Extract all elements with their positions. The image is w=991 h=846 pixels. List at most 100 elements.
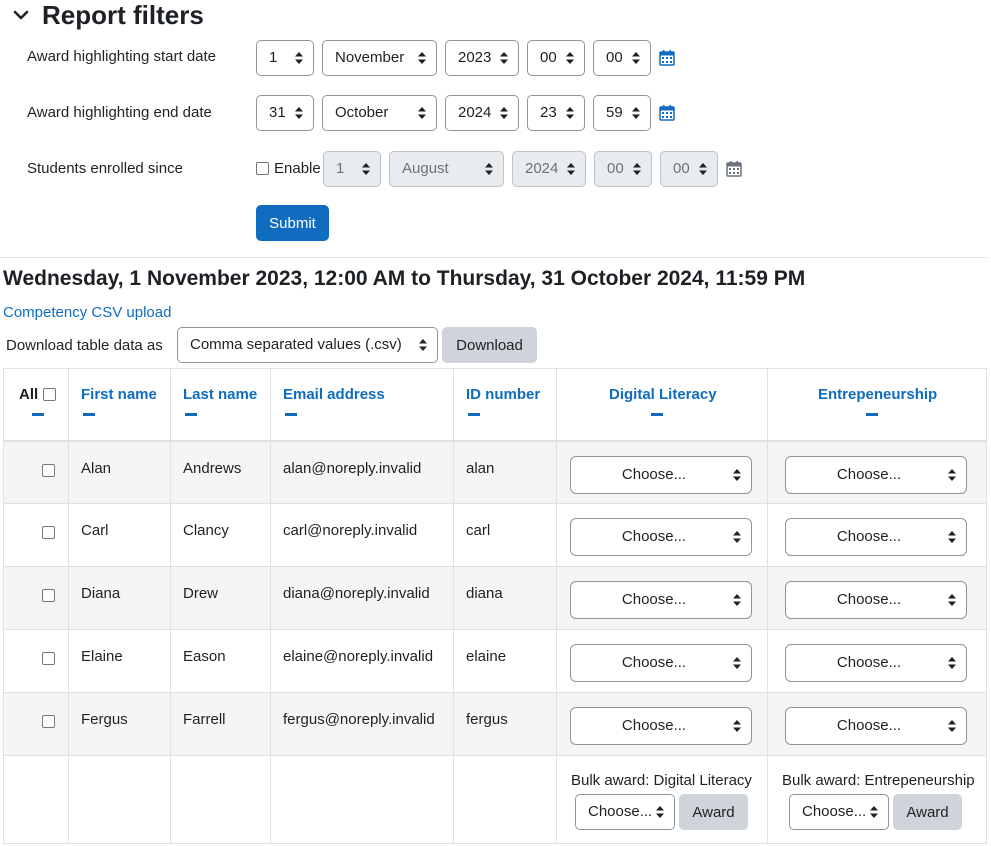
start-month-select[interactable]: November	[322, 40, 437, 76]
filter-row-end-date: Award highlighting end date 31 October 2…	[0, 95, 991, 131]
entrepeneurship-award-select[interactable]: Choose...	[785, 707, 967, 745]
collapse-column-icon[interactable]	[651, 413, 663, 416]
calendar-icon[interactable]	[659, 105, 675, 121]
email-cell: diana@noreply.invalid	[283, 585, 430, 602]
end-month-value: October	[335, 104, 389, 121]
last-name-cell: Eason	[183, 648, 226, 665]
end-year-value: 2024	[458, 104, 492, 121]
end-hour-select[interactable]: 23	[527, 95, 585, 131]
digital-literacy-award-select[interactable]: Choose...	[570, 644, 752, 682]
bulk-award-row: Bulk award: Digital Literacy Choose... A…	[3, 755, 987, 844]
competency-digital-literacy-link[interactable]: Digital Literacy	[609, 386, 717, 403]
updown-arrows-icon	[485, 163, 493, 175]
bulk-award-digital-literacy-button[interactable]: Award	[679, 794, 748, 830]
competency-csv-upload-link[interactable]: Competency CSV upload	[3, 304, 171, 321]
header-all: All	[3, 368, 69, 442]
end-year-select[interactable]: 2024	[445, 95, 519, 131]
download-button[interactable]: Download	[442, 327, 537, 363]
start-month-value: November	[335, 49, 405, 66]
choose-value: Choose...	[621, 591, 687, 608]
updown-arrows-icon	[418, 52, 426, 64]
updown-arrows-icon	[633, 163, 641, 175]
table-header-row: All First name Last name Email address I…	[3, 368, 987, 442]
calendar-icon[interactable]	[659, 50, 675, 66]
updown-arrows-icon	[733, 657, 741, 669]
updown-arrows-icon	[362, 163, 370, 175]
start-day-select[interactable]: 1	[256, 40, 314, 76]
enrolled-minute-value: 00	[673, 160, 690, 177]
enable-checkbox[interactable]	[256, 162, 269, 175]
competency-entrepeneurship-link[interactable]: Entrepeneurship	[818, 386, 937, 403]
choose-value: Choose...	[836, 717, 902, 734]
start-hour-select[interactable]: 00	[527, 40, 585, 76]
sort-first-name-link[interactable]: First name	[81, 386, 157, 403]
table-row: Carl Clancy carl@noreply.invalid carl Ch…	[3, 503, 987, 567]
entrepeneurship-award-select[interactable]: Choose...	[785, 644, 967, 682]
submit-button[interactable]: Submit	[256, 205, 329, 241]
choose-value: Choose...	[836, 528, 902, 545]
row-select-checkbox[interactable]	[42, 589, 55, 602]
sort-email-link[interactable]: Email address	[283, 386, 385, 403]
start-date-label: Award highlighting start date	[27, 48, 217, 65]
choose-value: Choose...	[836, 654, 902, 671]
choose-value: Choose...	[621, 717, 687, 734]
last-name-cell: Clancy	[183, 522, 229, 539]
start-year-select[interactable]: 2023	[445, 40, 519, 76]
last-name-cell: Andrews	[183, 459, 242, 477]
updown-arrows-icon	[733, 594, 741, 606]
sort-id-number-link[interactable]: ID number	[466, 386, 540, 403]
bulk-entrepeneurship-select[interactable]: Choose...	[789, 794, 889, 830]
divider	[0, 257, 987, 258]
collapse-column-icon[interactable]	[285, 413, 297, 416]
select-all-checkbox[interactable]	[43, 388, 56, 401]
end-minute-select[interactable]: 59	[593, 95, 651, 131]
enrolled-since-label: Students enrolled since	[27, 160, 183, 177]
collapse-column-icon[interactable]	[185, 413, 197, 416]
start-minute-select[interactable]: 00	[593, 40, 651, 76]
collapse-column-icon[interactable]	[83, 413, 95, 416]
bulk-award-entrepeneurship-button[interactable]: Award	[893, 794, 962, 830]
report-filters-title: Report filters	[42, 0, 204, 30]
email-cell: fergus@noreply.invalid	[283, 711, 435, 728]
table-row: Elaine Eason elaine@noreply.invalid elai…	[3, 629, 987, 693]
bulk-digital-literacy-select[interactable]: Choose...	[575, 794, 675, 830]
download-label: Download table data as	[6, 337, 163, 354]
updown-arrows-icon	[418, 107, 426, 119]
end-day-select[interactable]: 31	[256, 95, 314, 131]
end-month-select[interactable]: October	[322, 95, 437, 131]
entrepeneurship-award-select[interactable]: Choose...	[785, 455, 967, 494]
updown-arrows-icon	[500, 107, 508, 119]
row-select-checkbox[interactable]	[42, 526, 55, 539]
digital-literacy-award-select[interactable]: Choose...	[570, 581, 752, 619]
digital-literacy-award-select[interactable]: Choose...	[570, 707, 752, 745]
collapse-column-icon[interactable]	[32, 413, 44, 416]
updown-arrows-icon	[948, 594, 956, 606]
bulk-choose-value: Choose...	[802, 803, 867, 820]
chevron-down-icon[interactable]	[12, 6, 30, 24]
email-cell: carl@noreply.invalid	[283, 522, 418, 539]
entrepeneurship-award-select[interactable]: Choose...	[785, 518, 967, 556]
enrolled-month-select: August	[389, 151, 504, 187]
digital-literacy-award-select[interactable]: Choose...	[570, 455, 752, 494]
bulk-choose-value: Choose...	[588, 803, 653, 820]
last-name-cell: Farrell	[183, 711, 226, 728]
bulk-award-entrepeneurship-label: Bulk award: Entrepeneurship	[782, 772, 975, 789]
entrepeneurship-award-select[interactable]: Choose...	[785, 581, 967, 619]
collapse-column-icon[interactable]	[468, 413, 480, 416]
sort-last-name-link[interactable]: Last name	[183, 386, 257, 403]
download-format-select[interactable]: Comma separated values (.csv)	[177, 327, 438, 363]
updown-arrows-icon	[566, 52, 574, 64]
collapse-column-icon[interactable]	[866, 413, 878, 416]
updown-arrows-icon	[948, 657, 956, 669]
row-select-checkbox[interactable]	[42, 715, 55, 728]
enrolled-year-value: 2024	[525, 160, 559, 177]
id-number-cell: carl	[466, 522, 491, 539]
row-select-checkbox[interactable]	[42, 652, 55, 665]
row-select-checkbox[interactable]	[42, 463, 55, 477]
bulk-award-digital-literacy-label: Bulk award: Digital Literacy	[571, 772, 752, 789]
first-name-cell: Carl	[81, 522, 109, 539]
choose-value: Choose...	[621, 465, 687, 483]
first-name-cell: Fergus	[81, 711, 128, 728]
digital-literacy-award-select[interactable]: Choose...	[570, 518, 752, 556]
select-all-label: All	[19, 386, 39, 403]
